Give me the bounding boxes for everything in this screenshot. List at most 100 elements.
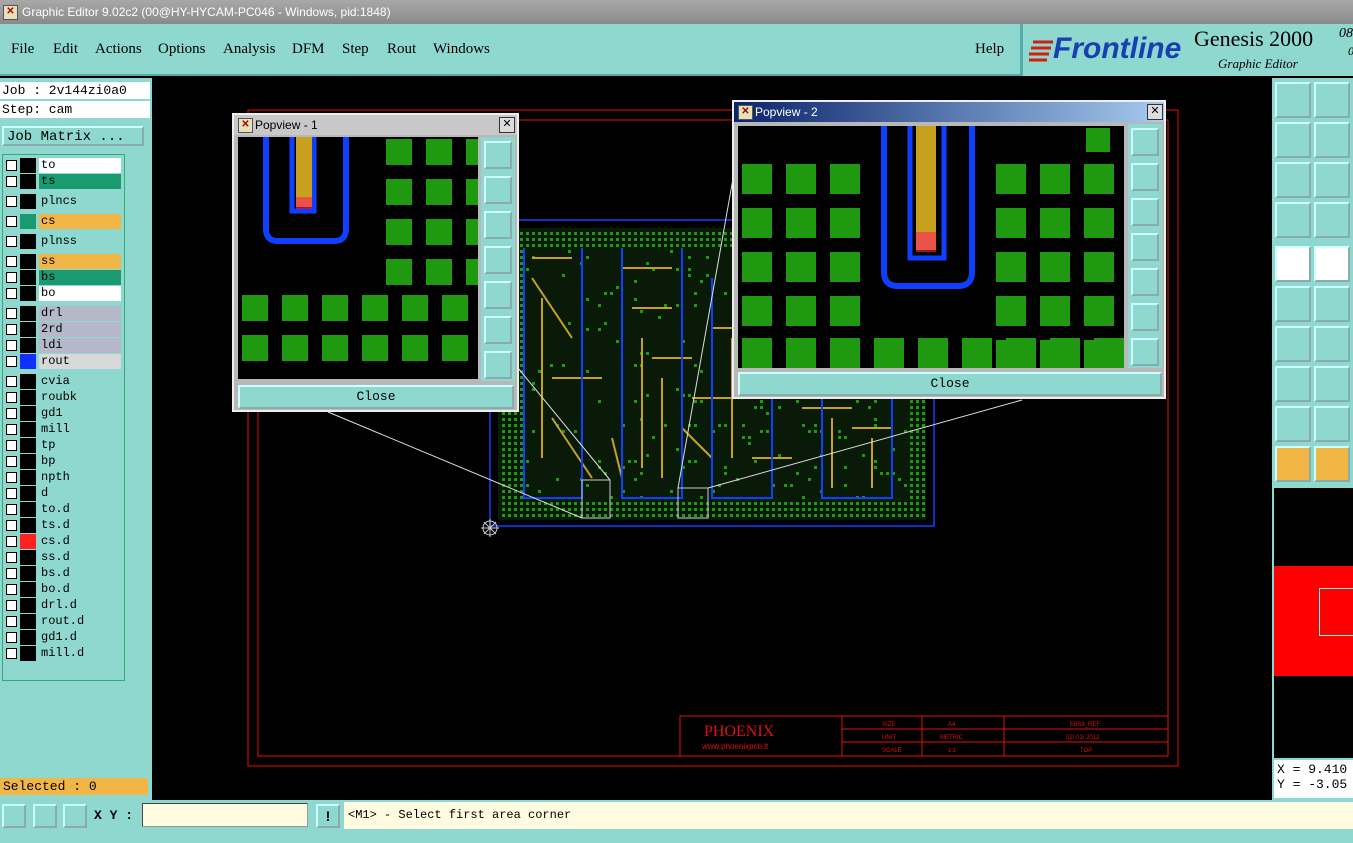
layer-checkbox[interactable]	[6, 600, 17, 611]
layer-row[interactable]: ts	[3, 174, 123, 189]
job-matrix-button[interactable]: Job Matrix ...	[2, 126, 144, 146]
layer-row[interactable]: bs	[3, 270, 123, 285]
select-area-icon[interactable]	[1314, 446, 1350, 482]
layer-row[interactable]: ts.d	[3, 518, 123, 533]
layer-checkbox[interactable]	[6, 584, 17, 595]
layer-name[interactable]: ss.d	[39, 550, 121, 565]
layer-checkbox[interactable]	[6, 632, 17, 643]
layer-color-swatch[interactable]	[20, 306, 36, 321]
layer-color-swatch[interactable]	[20, 354, 36, 369]
menu-step[interactable]: Step	[342, 41, 369, 58]
layer-row[interactable]: npth	[3, 470, 123, 485]
menu-edit[interactable]: Edit	[53, 41, 78, 58]
zoom-fit-icon[interactable]	[1314, 162, 1350, 198]
layer-color-swatch[interactable]	[20, 270, 36, 285]
layer-row[interactable]: rout.d	[3, 614, 123, 629]
layer-checkbox[interactable]	[6, 196, 17, 207]
layer-checkbox[interactable]	[6, 488, 17, 499]
layer-row[interactable]: drl.d	[3, 598, 123, 613]
layer-row[interactable]: to.d	[3, 502, 123, 517]
popview-tool-icon[interactable]	[1131, 268, 1159, 296]
pan-left-icon[interactable]	[1275, 122, 1311, 158]
layer-color-swatch[interactable]	[20, 470, 36, 485]
layer-name[interactable]: gd1	[39, 406, 121, 421]
layer-checkbox[interactable]	[6, 308, 17, 319]
connect-icon[interactable]	[1275, 286, 1311, 322]
layer-name[interactable]: tp	[39, 438, 121, 453]
menu-analysis[interactable]: Analysis	[223, 41, 276, 58]
layer-color-swatch[interactable]	[20, 454, 36, 469]
layer-checkbox[interactable]	[6, 288, 17, 299]
layer-checkbox[interactable]	[6, 552, 17, 563]
layer-name[interactable]: ss	[39, 254, 121, 269]
layer-name[interactable]: drl	[39, 306, 121, 321]
line-icon[interactable]	[1314, 246, 1350, 282]
menu-rout[interactable]: Rout	[387, 41, 416, 58]
layer-name[interactable]: ts	[39, 174, 121, 189]
layer-checkbox[interactable]	[6, 536, 17, 547]
layer-row[interactable]: bp	[3, 454, 123, 469]
menu-actions[interactable]: Actions	[95, 41, 142, 58]
layer-row[interactable]: rout	[3, 354, 123, 369]
popview-tool-icon[interactable]	[484, 281, 512, 309]
layer-name[interactable]: bo.d	[39, 582, 121, 597]
layer-name[interactable]: npth	[39, 470, 121, 485]
layer-color-swatch[interactable]	[20, 174, 36, 189]
overview-map[interactable]	[1274, 488, 1353, 758]
layer-row[interactable]: ss	[3, 254, 123, 269]
layer-row[interactable]: ss.d	[3, 550, 123, 565]
layer-checkbox[interactable]	[6, 472, 17, 483]
layer-color-swatch[interactable]	[20, 502, 36, 517]
layer-row[interactable]: cvia	[3, 374, 123, 389]
popview-2-window[interactable]: ✕ Popview - 2 ✕ Close	[732, 100, 1166, 399]
layer-checkbox[interactable]	[6, 408, 17, 419]
popview-2-canvas[interactable]	[738, 126, 1124, 368]
popview-1-close-button[interactable]: Close	[238, 385, 514, 409]
layer-color-swatch[interactable]	[20, 422, 36, 437]
layer-checkbox[interactable]	[6, 176, 17, 187]
layer-row[interactable]: cs	[3, 214, 123, 229]
layer-name[interactable]: mill	[39, 422, 121, 437]
popview-2-close-button[interactable]: Close	[738, 372, 1162, 396]
layer-checkbox[interactable]	[6, 424, 17, 435]
layer-name[interactable]: bo	[39, 286, 121, 301]
layer-checkbox[interactable]	[6, 272, 17, 283]
layer-color-swatch[interactable]	[20, 374, 36, 389]
layer-row[interactable]: bs.d	[3, 566, 123, 581]
measure-tool-icon[interactable]	[33, 804, 57, 828]
triangle-2-icon[interactable]	[1314, 406, 1350, 442]
pan-right-icon[interactable]	[1314, 122, 1350, 158]
layer-checkbox[interactable]	[6, 236, 17, 247]
layer-color-swatch[interactable]	[20, 582, 36, 597]
layer-color-swatch[interactable]	[20, 486, 36, 501]
triangle-icon[interactable]	[1275, 406, 1311, 442]
layer-checkbox[interactable]	[6, 616, 17, 627]
layer-color-swatch[interactable]	[20, 322, 36, 337]
layer-checkbox[interactable]	[6, 440, 17, 451]
cross-icon[interactable]	[1314, 286, 1350, 322]
layer-name[interactable]: cs	[39, 214, 121, 229]
layer-name[interactable]: ldi	[39, 338, 121, 353]
layer-color-swatch[interactable]	[20, 286, 36, 301]
menu-file[interactable]: File	[11, 41, 34, 58]
layer-row[interactable]: mill	[3, 422, 123, 437]
menu-windows[interactable]: Windows	[433, 41, 490, 58]
layer-color-swatch[interactable]	[20, 566, 36, 581]
layer-checkbox[interactable]	[6, 392, 17, 403]
grid-icon[interactable]	[63, 804, 87, 828]
zoom-top-icon[interactable]	[1275, 82, 1311, 118]
alert-icon[interactable]: !	[316, 804, 340, 828]
layer-row[interactable]: mill.d	[3, 646, 123, 661]
layer-checkbox[interactable]	[6, 216, 17, 227]
menu-options[interactable]: Options	[158, 41, 206, 58]
layer-color-swatch[interactable]	[20, 390, 36, 405]
popview-1-close-icon[interactable]: ✕	[499, 117, 515, 133]
layer-checkbox[interactable]	[6, 324, 17, 335]
draw-line-icon[interactable]	[1275, 326, 1311, 362]
popview-2-close-icon[interactable]: ✕	[1147, 104, 1163, 120]
resize-icon[interactable]	[2, 804, 26, 828]
layer-row[interactable]: plncs	[3, 194, 123, 209]
layer-checkbox[interactable]	[6, 456, 17, 467]
layer-row[interactable]: bo	[3, 286, 123, 301]
popview-tool-icon[interactable]	[484, 316, 512, 344]
